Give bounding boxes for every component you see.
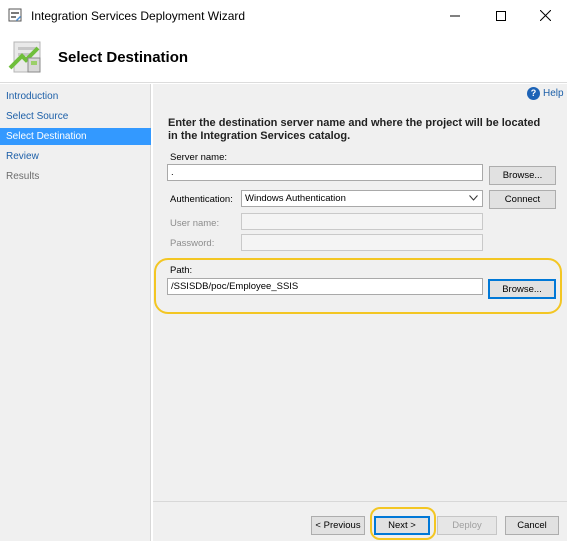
minimize-icon	[449, 15, 460, 16]
wizard-header: Select Destination	[0, 31, 567, 83]
nav-item-select-destination[interactable]: Select Destination	[0, 128, 151, 145]
connect-button[interactable]: Connect	[489, 190, 556, 209]
authentication-label: Authentication:	[170, 194, 233, 205]
deployment-wizard-graphic	[8, 38, 48, 78]
nav-item-introduction[interactable]: Introduction	[0, 88, 151, 105]
path-input[interactable]: /SSISDB/poc/Employee_SSIS	[167, 278, 483, 295]
password-input	[241, 234, 483, 251]
authentication-select[interactable]: Windows Authentication	[241, 190, 483, 207]
maximize-icon	[495, 10, 506, 21]
authentication-value: Windows Authentication	[245, 193, 346, 204]
user-name-input	[241, 213, 483, 230]
help-label: Help	[543, 87, 564, 99]
path-browse-button[interactable]: Browse...	[488, 279, 556, 299]
minimize-button[interactable]	[432, 0, 477, 31]
nav-item-select-source[interactable]: Select Source	[0, 108, 151, 125]
password-label: Password:	[170, 238, 215, 249]
next-button[interactable]: Next >	[374, 516, 430, 535]
server-browse-button[interactable]: Browse...	[489, 166, 556, 185]
nav-item-review[interactable]: Review	[0, 148, 151, 165]
chevron-down-icon	[469, 195, 478, 201]
close-icon	[540, 10, 551, 21]
server-name-input[interactable]: .	[167, 164, 483, 181]
wizard-app-icon	[7, 7, 23, 23]
close-button[interactable]	[523, 0, 567, 31]
help-link[interactable]: ? Help	[527, 86, 564, 100]
deploy-button: Deploy	[437, 516, 497, 535]
wizard-steps-panel: Introduction Select Source Select Destin…	[0, 84, 151, 541]
nav-item-results: Results	[6, 171, 40, 182]
window-title: Integration Services Deployment Wizard	[31, 9, 246, 23]
cancel-button[interactable]: Cancel	[505, 516, 559, 535]
title-bar[interactable]: Integration Services Deployment Wizard	[0, 0, 567, 31]
maximize-button[interactable]	[478, 0, 523, 31]
path-label: Path:	[170, 265, 193, 276]
page-title: Select Destination	[58, 49, 189, 66]
help-icon: ?	[527, 86, 540, 100]
instructions-text: Enter the destination server name and wh…	[168, 117, 541, 142]
previous-button[interactable]: < Previous	[311, 516, 365, 535]
server-name-label: Server name:	[170, 152, 228, 163]
user-name-label: User name:	[170, 218, 220, 229]
